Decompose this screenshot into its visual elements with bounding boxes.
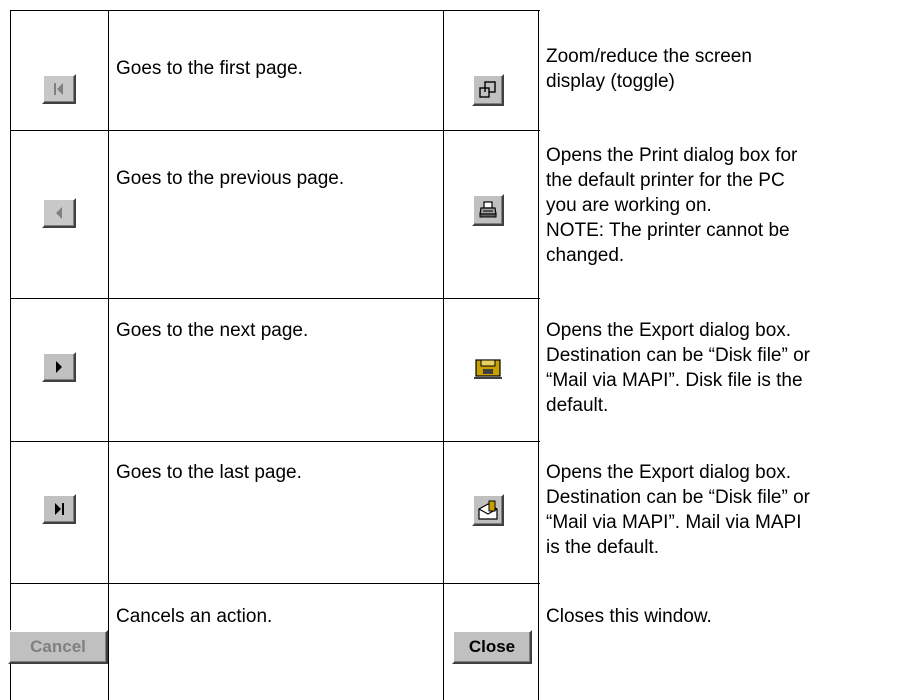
- zoom-toggle-button[interactable]: [472, 74, 504, 106]
- cancel-description: Cancels an action.: [116, 606, 273, 627]
- first-page-button[interactable]: [42, 74, 76, 104]
- row-divider-3: [10, 441, 540, 442]
- previous-page-button[interactable]: [42, 198, 76, 228]
- table-border-left: [10, 10, 11, 700]
- print-description: Opens the Print dialog box for the defau…: [546, 143, 797, 268]
- text-line: Closes this window.: [546, 606, 712, 627]
- cancel-button[interactable]: Cancel: [8, 630, 108, 664]
- text-line: Opens the Export dialog box.: [546, 320, 792, 341]
- text-line: Destination can be “Disk file” or: [546, 345, 810, 366]
- table-divider-1: [108, 10, 109, 700]
- export-mail-button[interactable]: [472, 494, 504, 526]
- previous-page-icon: [56, 207, 62, 219]
- row-divider-1: [10, 130, 540, 131]
- text-line: Zoom/reduce the screen: [546, 46, 752, 67]
- text-line: is the default.: [546, 537, 660, 558]
- text-line: NOTE: The printer cannot be: [546, 220, 790, 241]
- text-line: “Mail via MAPI”. Mail via MAPI: [546, 512, 802, 533]
- export-disk-icon: [474, 359, 502, 379]
- zoom-toggle-icon: [479, 81, 496, 98]
- last-page-icon: [55, 503, 64, 515]
- text-line: display (toggle): [546, 71, 675, 92]
- row-divider-2: [10, 298, 540, 299]
- first-page-icon: [54, 83, 63, 95]
- next-page-icon: [56, 361, 62, 373]
- export-mail-description: Opens the Export dialog box. Destination…: [546, 460, 810, 560]
- close-description: Closes this window.: [546, 604, 712, 629]
- previous-page-description: Goes to the previous page.: [116, 168, 345, 189]
- export-mail-icon: [478, 500, 498, 520]
- text-line: default.: [546, 395, 609, 416]
- text-line: Opens the Print dialog box for: [546, 145, 798, 166]
- zoom-description: Zoom/reduce the screen display (toggle): [546, 44, 752, 94]
- text-line: you are working on.: [546, 195, 712, 216]
- print-button[interactable]: [472, 194, 504, 226]
- export-disk-button[interactable]: [472, 353, 504, 383]
- toolbar-reference-table: Goes to the first page. Zoom/reduce the …: [0, 0, 910, 700]
- text-line: Opens the Export dialog box.: [546, 462, 792, 483]
- text-line: Destination can be “Disk file” or: [546, 487, 810, 508]
- export-disk-description: Opens the Export dialog box. Destination…: [546, 318, 810, 418]
- table-divider-2: [443, 10, 444, 700]
- printer-icon: [479, 201, 497, 218]
- text-line: the default printer for the PC: [546, 170, 785, 191]
- next-page-button[interactable]: [42, 352, 76, 382]
- text-line: “Mail via MAPI”. Disk file is the: [546, 370, 803, 391]
- row-divider-4: [10, 583, 540, 584]
- next-page-description: Goes to the next page.: [116, 320, 309, 341]
- text-line: changed.: [546, 245, 625, 266]
- table-divider-3: [538, 10, 539, 700]
- table-border-top: [10, 10, 540, 11]
- last-page-button[interactable]: [42, 494, 76, 524]
- close-button[interactable]: Close: [452, 630, 532, 664]
- first-page-description: Goes to the first page.: [116, 58, 303, 79]
- last-page-description: Goes to the last page.: [116, 462, 302, 483]
